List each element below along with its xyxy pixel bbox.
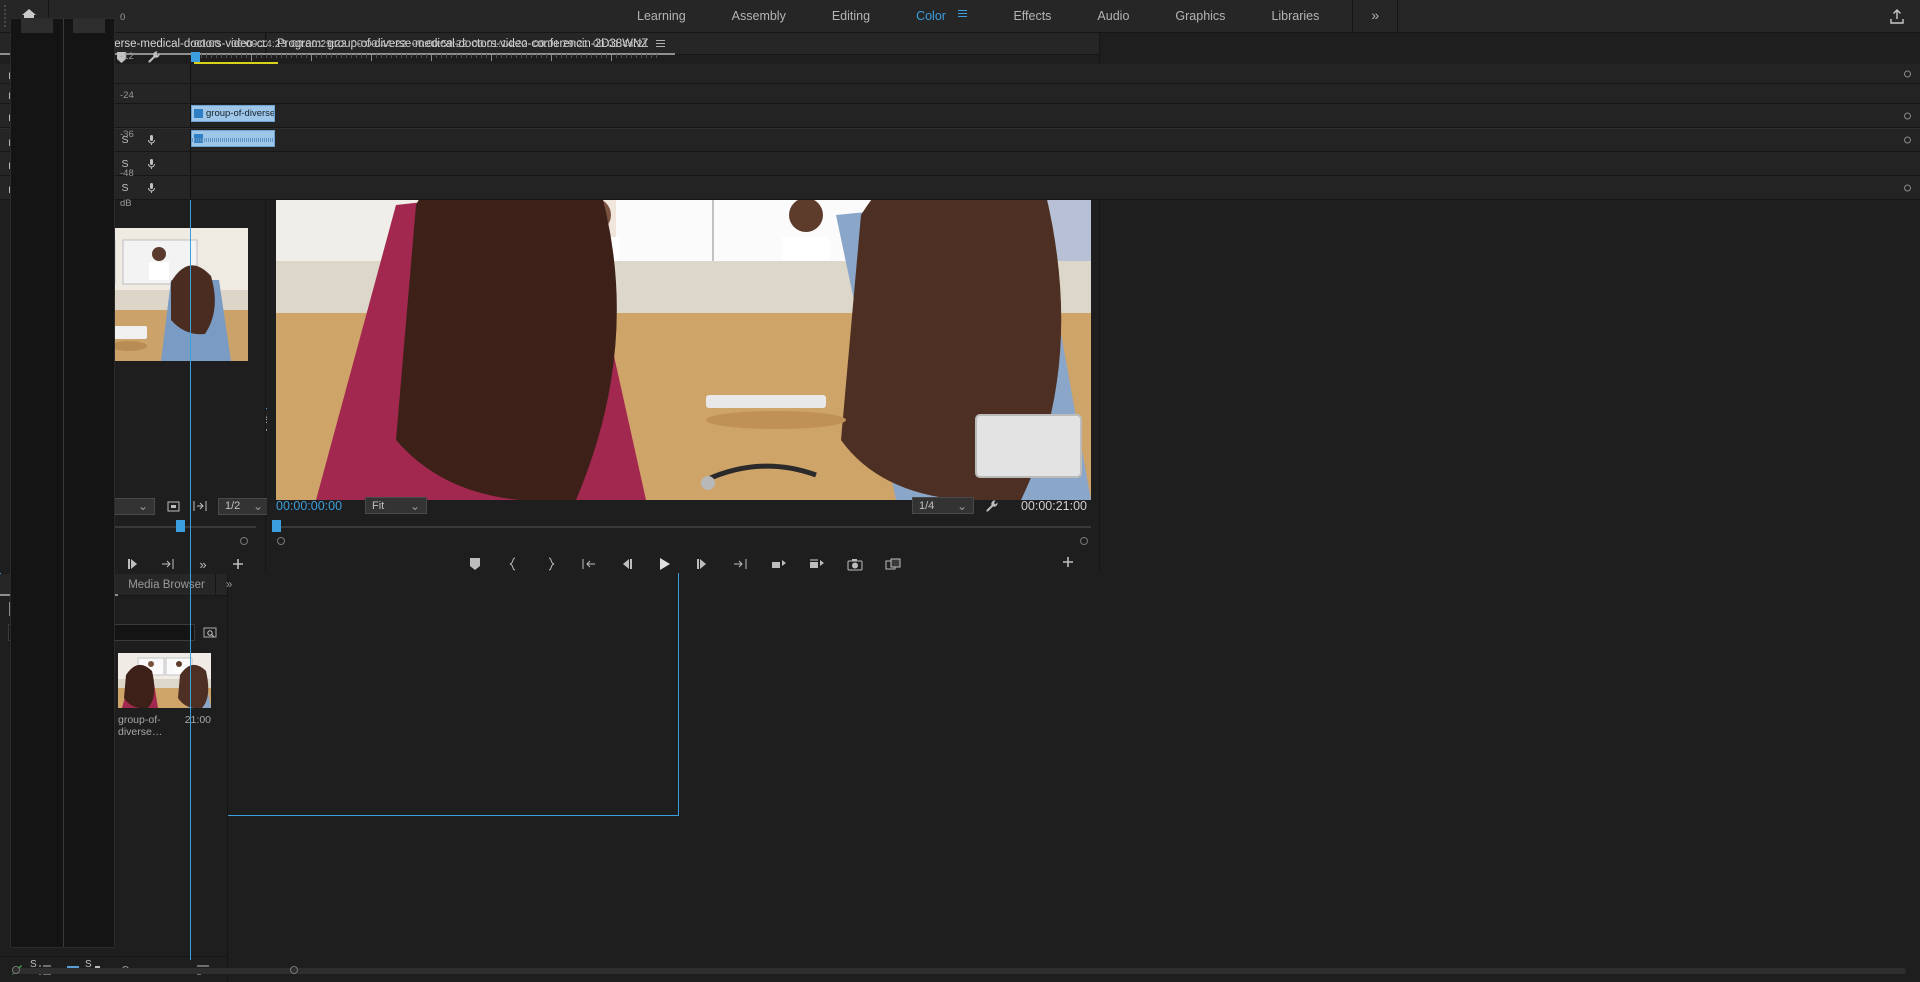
meter-solo-left[interactable]: S — [30, 959, 37, 970]
workspace-overflow-button[interactable]: » — [1352, 0, 1399, 33]
track-body-a2[interactable] — [191, 152, 1920, 175]
track-body-v2[interactable] — [191, 84, 1920, 103]
audio-waveform — [192, 138, 274, 142]
timeline-tracks: V3 V2 — [0, 64, 1920, 960]
meter-scale-label: -24 — [120, 90, 134, 101]
timeline-ruler[interactable]: :00:00 00:00:14:23 00:00:29:23 00:00:44:… — [191, 38, 1908, 64]
workspace-tab-learning[interactable]: Learning — [614, 0, 709, 33]
workspace-tab-label: Effects — [1013, 8, 1052, 23]
workspace-tab-effects[interactable]: Effects — [990, 0, 1074, 33]
track-row: V3 — [0, 64, 1920, 84]
ruler-tick-label: :00:00 — [191, 38, 221, 50]
ruler-ticks — [191, 54, 1908, 61]
track-body-v1[interactable]: group-of-diverse- — [191, 104, 1920, 127]
premiere-pro-window: Learning Assembly Editing Color Effects … — [0, 0, 1920, 982]
track-body-a3[interactable] — [191, 176, 1920, 199]
workspace-tab-label: Graphics — [1175, 8, 1226, 23]
track-row: A3 M S — [0, 176, 1920, 200]
workspace-tab-label: Assembly — [731, 8, 786, 23]
clip-label: group-of-diverse- — [206, 108, 275, 119]
track-endpoint-dot — [1904, 184, 1911, 191]
track-body-a1[interactable] — [191, 129, 1920, 151]
ruler-tick-label: 00:01:29:21 — [533, 38, 589, 50]
track-endpoint-dot — [1904, 112, 1911, 119]
ruler-tick-label: 00:00:29:23 — [291, 38, 347, 50]
workspace-tab-color[interactable]: Color — [893, 0, 990, 33]
workspace-tab-libraries[interactable]: Libraries — [1248, 0, 1342, 33]
meter-channel-divider — [63, 19, 64, 947]
meter-channel-right — [73, 19, 105, 33]
meter-scale-label: 0 — [120, 12, 126, 23]
meter-scale-label: -48 — [120, 168, 134, 179]
meter-channel-left — [21, 19, 53, 33]
workspace-tab-label: Color — [916, 8, 946, 23]
ruler-tick-label: 00:01:44:21 — [593, 38, 649, 50]
track-endpoint-dot — [1904, 136, 1911, 144]
workspace-tab-label: Libraries — [1271, 8, 1320, 23]
ruler-tick-label: 00:00:44:22 — [351, 38, 407, 50]
meter-scale-label: -12 — [120, 51, 134, 62]
track-row: V2 — [0, 84, 1920, 104]
hamburger-icon[interactable] — [958, 8, 968, 19]
workspace-tab-audio[interactable]: Audio — [1074, 0, 1152, 33]
track-body-v3[interactable] — [191, 64, 1920, 83]
timeline-zoom-right-handle[interactable] — [290, 966, 298, 974]
track-row: A1 M S — [0, 128, 1920, 152]
workspace-tab-assembly[interactable]: Assembly — [709, 0, 809, 33]
timeline-playhead[interactable] — [191, 52, 200, 62]
top-menu-bar: Learning Assembly Editing Color Effects … — [0, 0, 1920, 33]
ruler-tick-label: 00:00:59:22 — [412, 38, 468, 50]
audio-meter-scale: 0 -12 -24 -36 -48 dB — [120, 12, 150, 952]
timeline-zoom-left-handle[interactable] — [12, 966, 20, 974]
timeline-scrollbar-row — [0, 962, 1920, 982]
audio-meter-display — [10, 18, 115, 948]
meter-scale-label: dB — [120, 198, 132, 209]
share-icon[interactable] — [1888, 8, 1906, 26]
clip-video-icon — [194, 109, 203, 118]
ruler-tick-label: 00:00:14:23 — [231, 38, 287, 50]
workspace-tabs: Learning Assembly Editing Color Effects … — [614, 0, 1399, 33]
workspace-tab-graphics[interactable]: Graphics — [1152, 0, 1248, 33]
meter-scale-label: -36 — [120, 129, 134, 140]
track-endpoint-dot — [1904, 70, 1911, 77]
workspace-tab-label: Audio — [1097, 8, 1130, 23]
meter-solo-right[interactable]: S — [85, 959, 92, 970]
timeline-clip-audio[interactable] — [191, 130, 275, 147]
track-row: A2 M S — [0, 152, 1920, 176]
track-row: V1 group-of-diverse- — [0, 104, 1920, 128]
workspace-tab-label: Editing — [831, 8, 871, 23]
workspace-tab-label: Learning — [637, 8, 686, 23]
timeline-clip-video[interactable]: group-of-diverse- — [191, 105, 275, 122]
ruler-tick-label: 00:01:14:22 — [472, 38, 528, 50]
workspace-tab-editing[interactable]: Editing — [809, 0, 893, 33]
